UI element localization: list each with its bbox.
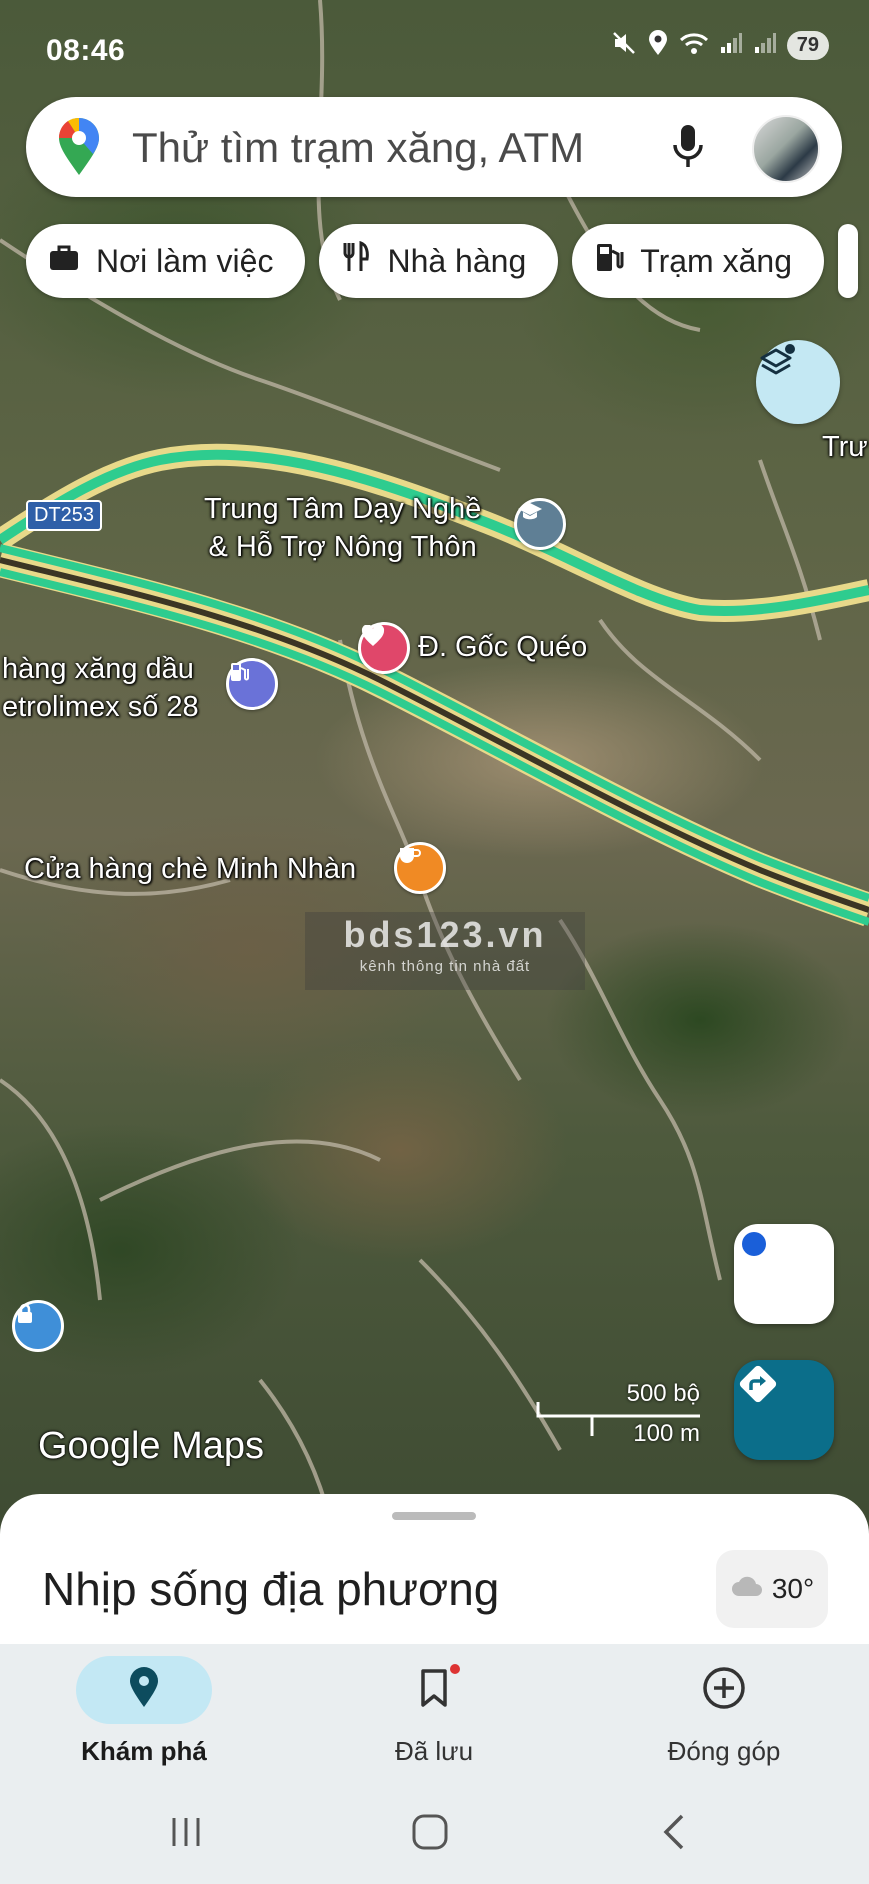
bookmark-icon bbox=[418, 1668, 450, 1713]
search-input[interactable] bbox=[130, 119, 654, 177]
map-pin-icon bbox=[128, 1666, 160, 1714]
google-maps-pin-icon bbox=[54, 117, 104, 182]
chip-label: Nhà hàng bbox=[387, 242, 527, 279]
nav-saved[interactable]: Đã lưu bbox=[334, 1656, 534, 1767]
gas-pump-icon bbox=[594, 241, 624, 281]
chip-workplace[interactable]: Nơi làm việc bbox=[26, 224, 306, 298]
bottom-sheet[interactable]: Nhịp sống địa phương 30° bbox=[0, 1494, 869, 1644]
layers-button[interactable] bbox=[756, 340, 840, 424]
watermark-title: bds123.vn bbox=[343, 914, 547, 955]
wifi-icon bbox=[679, 31, 709, 60]
mic-icon[interactable] bbox=[668, 121, 708, 178]
status-time: 08:46 bbox=[46, 34, 126, 67]
weather-temperature: 30° bbox=[771, 1573, 815, 1604]
my-location-button[interactable] bbox=[734, 1224, 834, 1324]
poi-label-tea-shop[interactable]: Cửa hàng chè Minh Nhàn bbox=[24, 850, 356, 888]
system-nav-bar bbox=[0, 1784, 869, 1884]
watermark-subtitle: kênh thông tin nhà đất bbox=[359, 958, 531, 975]
school-icon[interactable] bbox=[514, 498, 566, 550]
poi-label-vocational-center[interactable]: Trung Tâm Dạy Nghề & Hỗ Trợ Nông Thôn bbox=[204, 490, 481, 566]
heart-icon[interactable] bbox=[358, 622, 410, 674]
cafe-icon[interactable] bbox=[394, 842, 446, 894]
chip-label: Nơi làm việc bbox=[96, 242, 274, 279]
nav-explore[interactable]: Khám phá bbox=[44, 1656, 244, 1767]
poi-label-petrol-line1[interactable]: hàng xăng dầu bbox=[2, 650, 194, 688]
notification-dot bbox=[450, 1664, 460, 1674]
recents-icon[interactable] bbox=[168, 1814, 204, 1855]
nav-contribute-indicator bbox=[656, 1656, 792, 1724]
poi-label-petrol-line2[interactable]: etrolimex số 28 bbox=[2, 688, 199, 726]
status-bar: 08:46 79 bbox=[0, 0, 869, 90]
sheet-drag-handle[interactable] bbox=[392, 1512, 476, 1520]
map-label-edge-right: Trư bbox=[822, 431, 868, 463]
cloud-icon bbox=[730, 1573, 764, 1605]
nav-contribute[interactable]: Đóng góp bbox=[624, 1656, 824, 1767]
scale-metric: 100 m bbox=[633, 1420, 700, 1447]
poi-label-goc-queo[interactable]: Đ. Gốc Quéo bbox=[418, 628, 587, 666]
battery-indicator: 79 bbox=[786, 31, 829, 60]
lock-icon[interactable] bbox=[12, 1300, 64, 1352]
chip-gas-station[interactable]: Trạm xăng bbox=[572, 224, 824, 298]
status-icons: 79 bbox=[611, 30, 829, 61]
back-icon[interactable] bbox=[660, 1814, 690, 1855]
road-shield-dt253: DT253 bbox=[26, 500, 103, 531]
signal-icon bbox=[753, 31, 777, 60]
nav-saved-label: Đã lưu bbox=[394, 1736, 474, 1766]
search-bar[interactable] bbox=[26, 97, 842, 197]
nav-explore-label: Khám phá bbox=[81, 1736, 207, 1766]
chip-restaurant[interactable]: Nhà hàng bbox=[319, 224, 559, 298]
avatar[interactable] bbox=[752, 115, 820, 183]
google-maps-logo: Google Maps bbox=[38, 1425, 265, 1467]
bottom-nav: Khám phá Đã lưu Đóng góp bbox=[0, 1644, 869, 1784]
signal-icon bbox=[719, 31, 743, 60]
watermark: bds123.vn kênh thông tin nhà đất bbox=[305, 912, 585, 990]
add-circle-icon bbox=[702, 1666, 746, 1715]
scale-imperial: 500 bộ bbox=[626, 1380, 700, 1407]
home-icon[interactable] bbox=[410, 1814, 450, 1855]
nav-contribute-label: Đóng góp bbox=[667, 1736, 781, 1766]
map-scale: 500 bộ 100 m bbox=[534, 1380, 704, 1450]
nav-explore-indicator bbox=[76, 1656, 212, 1724]
gas-pump-icon[interactable] bbox=[226, 658, 278, 710]
weather-chip[interactable]: 30° bbox=[716, 1550, 828, 1628]
sheet-title: Nhịp sống địa phương bbox=[42, 1563, 500, 1615]
mute-icon bbox=[611, 30, 637, 61]
nav-saved-indicator bbox=[366, 1656, 502, 1724]
briefcase-icon bbox=[48, 243, 80, 280]
chip-more[interactable] bbox=[837, 224, 858, 298]
chip-label: Trạm xăng bbox=[640, 242, 792, 279]
category-chips: Nơi làm việc Nhà hàng Trạm xăng bbox=[26, 224, 858, 300]
fork-knife-icon bbox=[341, 240, 371, 281]
location-icon bbox=[647, 30, 669, 61]
directions-button[interactable] bbox=[734, 1360, 834, 1460]
